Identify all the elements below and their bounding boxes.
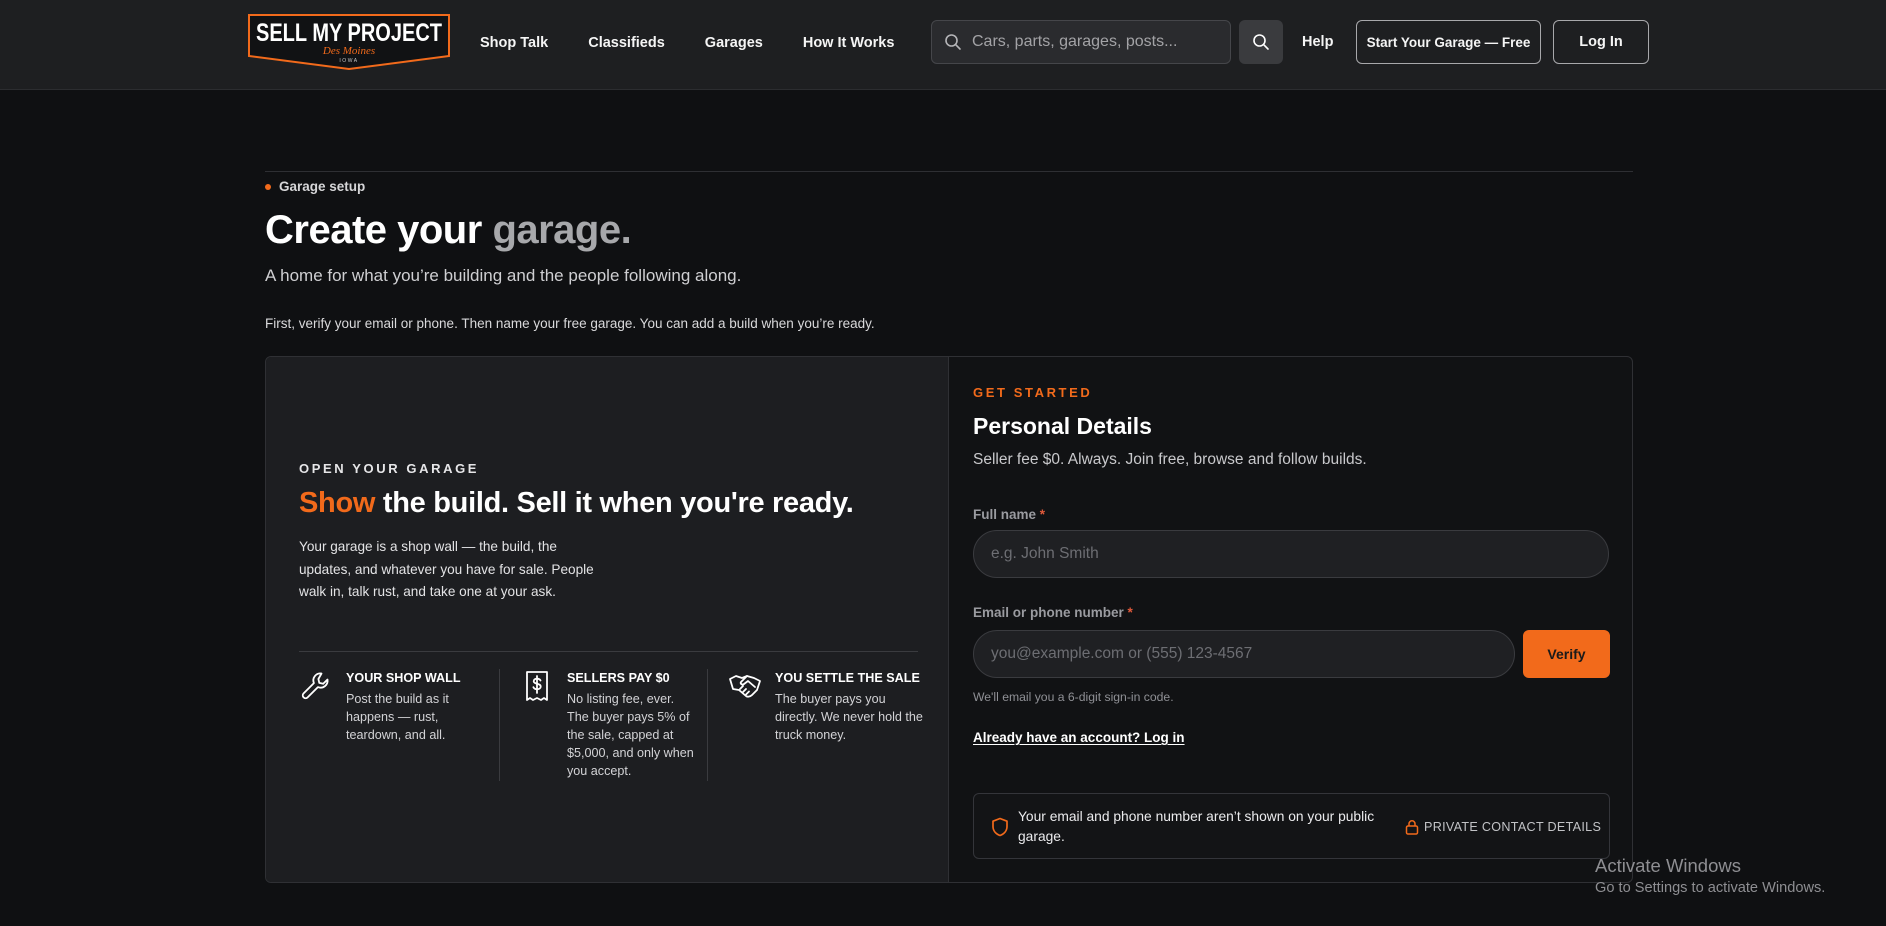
nav-shop-talk[interactable]: Shop Talk (480, 32, 548, 54)
logo-state-text: IOWA (339, 58, 358, 64)
feature-title: YOU SETTLE THE SALE (775, 671, 920, 685)
signup-form-panel: GET STARTED Personal Details Seller fee … (949, 357, 1632, 882)
watermark-subtitle: Go to Settings to activate Windows. (1595, 880, 1826, 896)
feature-description: The buyer pays you directly. We never ho… (775, 692, 923, 742)
handshake-icon (729, 675, 761, 698)
promo-title: Show the build. Sell it when you're read… (299, 487, 854, 520)
search-box (931, 20, 1231, 64)
form-subtitle: Seller fee $0. Always. Join free, browse… (973, 451, 1367, 468)
required-marker: * (1127, 605, 1133, 620)
wrench-icon (301, 672, 329, 700)
full-name-label: Full name * (973, 507, 1045, 522)
contact-label: Email or phone number * (973, 605, 1133, 620)
shield-icon (992, 817, 1008, 837)
search-icon (1253, 34, 1269, 50)
form-title: Personal Details (973, 413, 1152, 439)
top-navigation-bar: SELL MY PROJECT Des Moines IOWA Shop Tal… (0, 0, 1886, 90)
section-divider (265, 171, 1633, 172)
required-marker: * (1039, 507, 1046, 522)
promo-divider (299, 651, 918, 652)
feature-description: Post the build as it happens — rust, tea… (346, 692, 449, 742)
page-instructions: First, verify your email or phone. Then … (265, 316, 875, 331)
feature-title: YOUR SHOP WALL (346, 671, 461, 685)
privacy-notice: Your email and phone number aren’t shown… (973, 793, 1610, 859)
page-title-main: Create your (265, 208, 482, 252)
search-input[interactable] (972, 33, 1212, 51)
dollar-receipt-icon (526, 671, 548, 701)
verify-button[interactable]: Verify (1523, 630, 1610, 678)
email-or-phone-input[interactable] (973, 630, 1515, 678)
full-name-label-text: Full name (973, 507, 1037, 522)
existing-account-login-link[interactable]: Already have an account? Log in (973, 730, 1185, 745)
start-garage-button[interactable]: Start Your Garage — Free (1356, 20, 1541, 64)
promo-title-rest: the build. Sell it when you're ready. (375, 487, 854, 519)
nav-how-it-works[interactable]: How It Works (803, 32, 895, 54)
signup-card: OPEN YOUR GARAGE Show the build. Sell it… (265, 356, 1633, 883)
search-icon (945, 34, 961, 50)
garage-setup-eyebrow: Garage setup (265, 179, 365, 194)
login-button[interactable]: Log In (1553, 20, 1649, 64)
full-name-input[interactable] (973, 530, 1609, 578)
windows-activation-watermark: Activate Windows Go to Settings to activ… (1595, 854, 1825, 898)
verification-hint: We'll email you a 6-digit sign-in code. (973, 690, 1174, 704)
main-nav: Shop Talk Classifieds Garages How It Wor… (480, 32, 934, 54)
nav-garages[interactable]: Garages (705, 32, 763, 54)
bullet-dot-icon (265, 183, 271, 190)
logo-badge: SELL MY PROJECT Des Moines IOWA (248, 14, 450, 70)
help-link[interactable]: Help (1302, 32, 1333, 52)
promo-title-accent: Show (299, 487, 376, 519)
page-subtitle: A home for what you’re building and the … (265, 266, 742, 285)
search-button[interactable] (1239, 20, 1283, 64)
promo-description: Your garage is a shop wall — the build, … (299, 539, 594, 599)
logo-city-text: Des Moines (322, 45, 375, 57)
site-logo[interactable]: SELL MY PROJECT Des Moines IOWA (248, 14, 450, 70)
feature-description: No listing fee, ever. The buyer pays 5% … (567, 692, 694, 778)
contact-label-text: Email or phone number (973, 605, 1124, 620)
feature-separator (707, 669, 708, 781)
feature-title: SELLERS PAY $0 (567, 671, 670, 685)
watermark-title: Activate Windows (1595, 855, 1741, 876)
promo-eyebrow: OPEN YOUR GARAGE (299, 461, 480, 476)
page-title-muted: garage. (492, 208, 632, 252)
form-eyebrow: GET STARTED (973, 385, 1093, 400)
logo-main-text: SELL MY PROJECT (256, 19, 442, 47)
lock-icon (1405, 820, 1419, 835)
privacy-tag: PRIVATE CONTACT DETAILS (1424, 820, 1602, 834)
nav-classifieds[interactable]: Classifieds (588, 32, 665, 54)
feature-separator (499, 669, 500, 781)
page-title: Create your garage. (265, 208, 632, 253)
eyebrow-label: Garage setup (279, 179, 366, 194)
promo-panel: OPEN YOUR GARAGE Show the build. Sell it… (266, 357, 949, 882)
privacy-text: Your email and phone number aren’t shown… (1018, 809, 1375, 844)
